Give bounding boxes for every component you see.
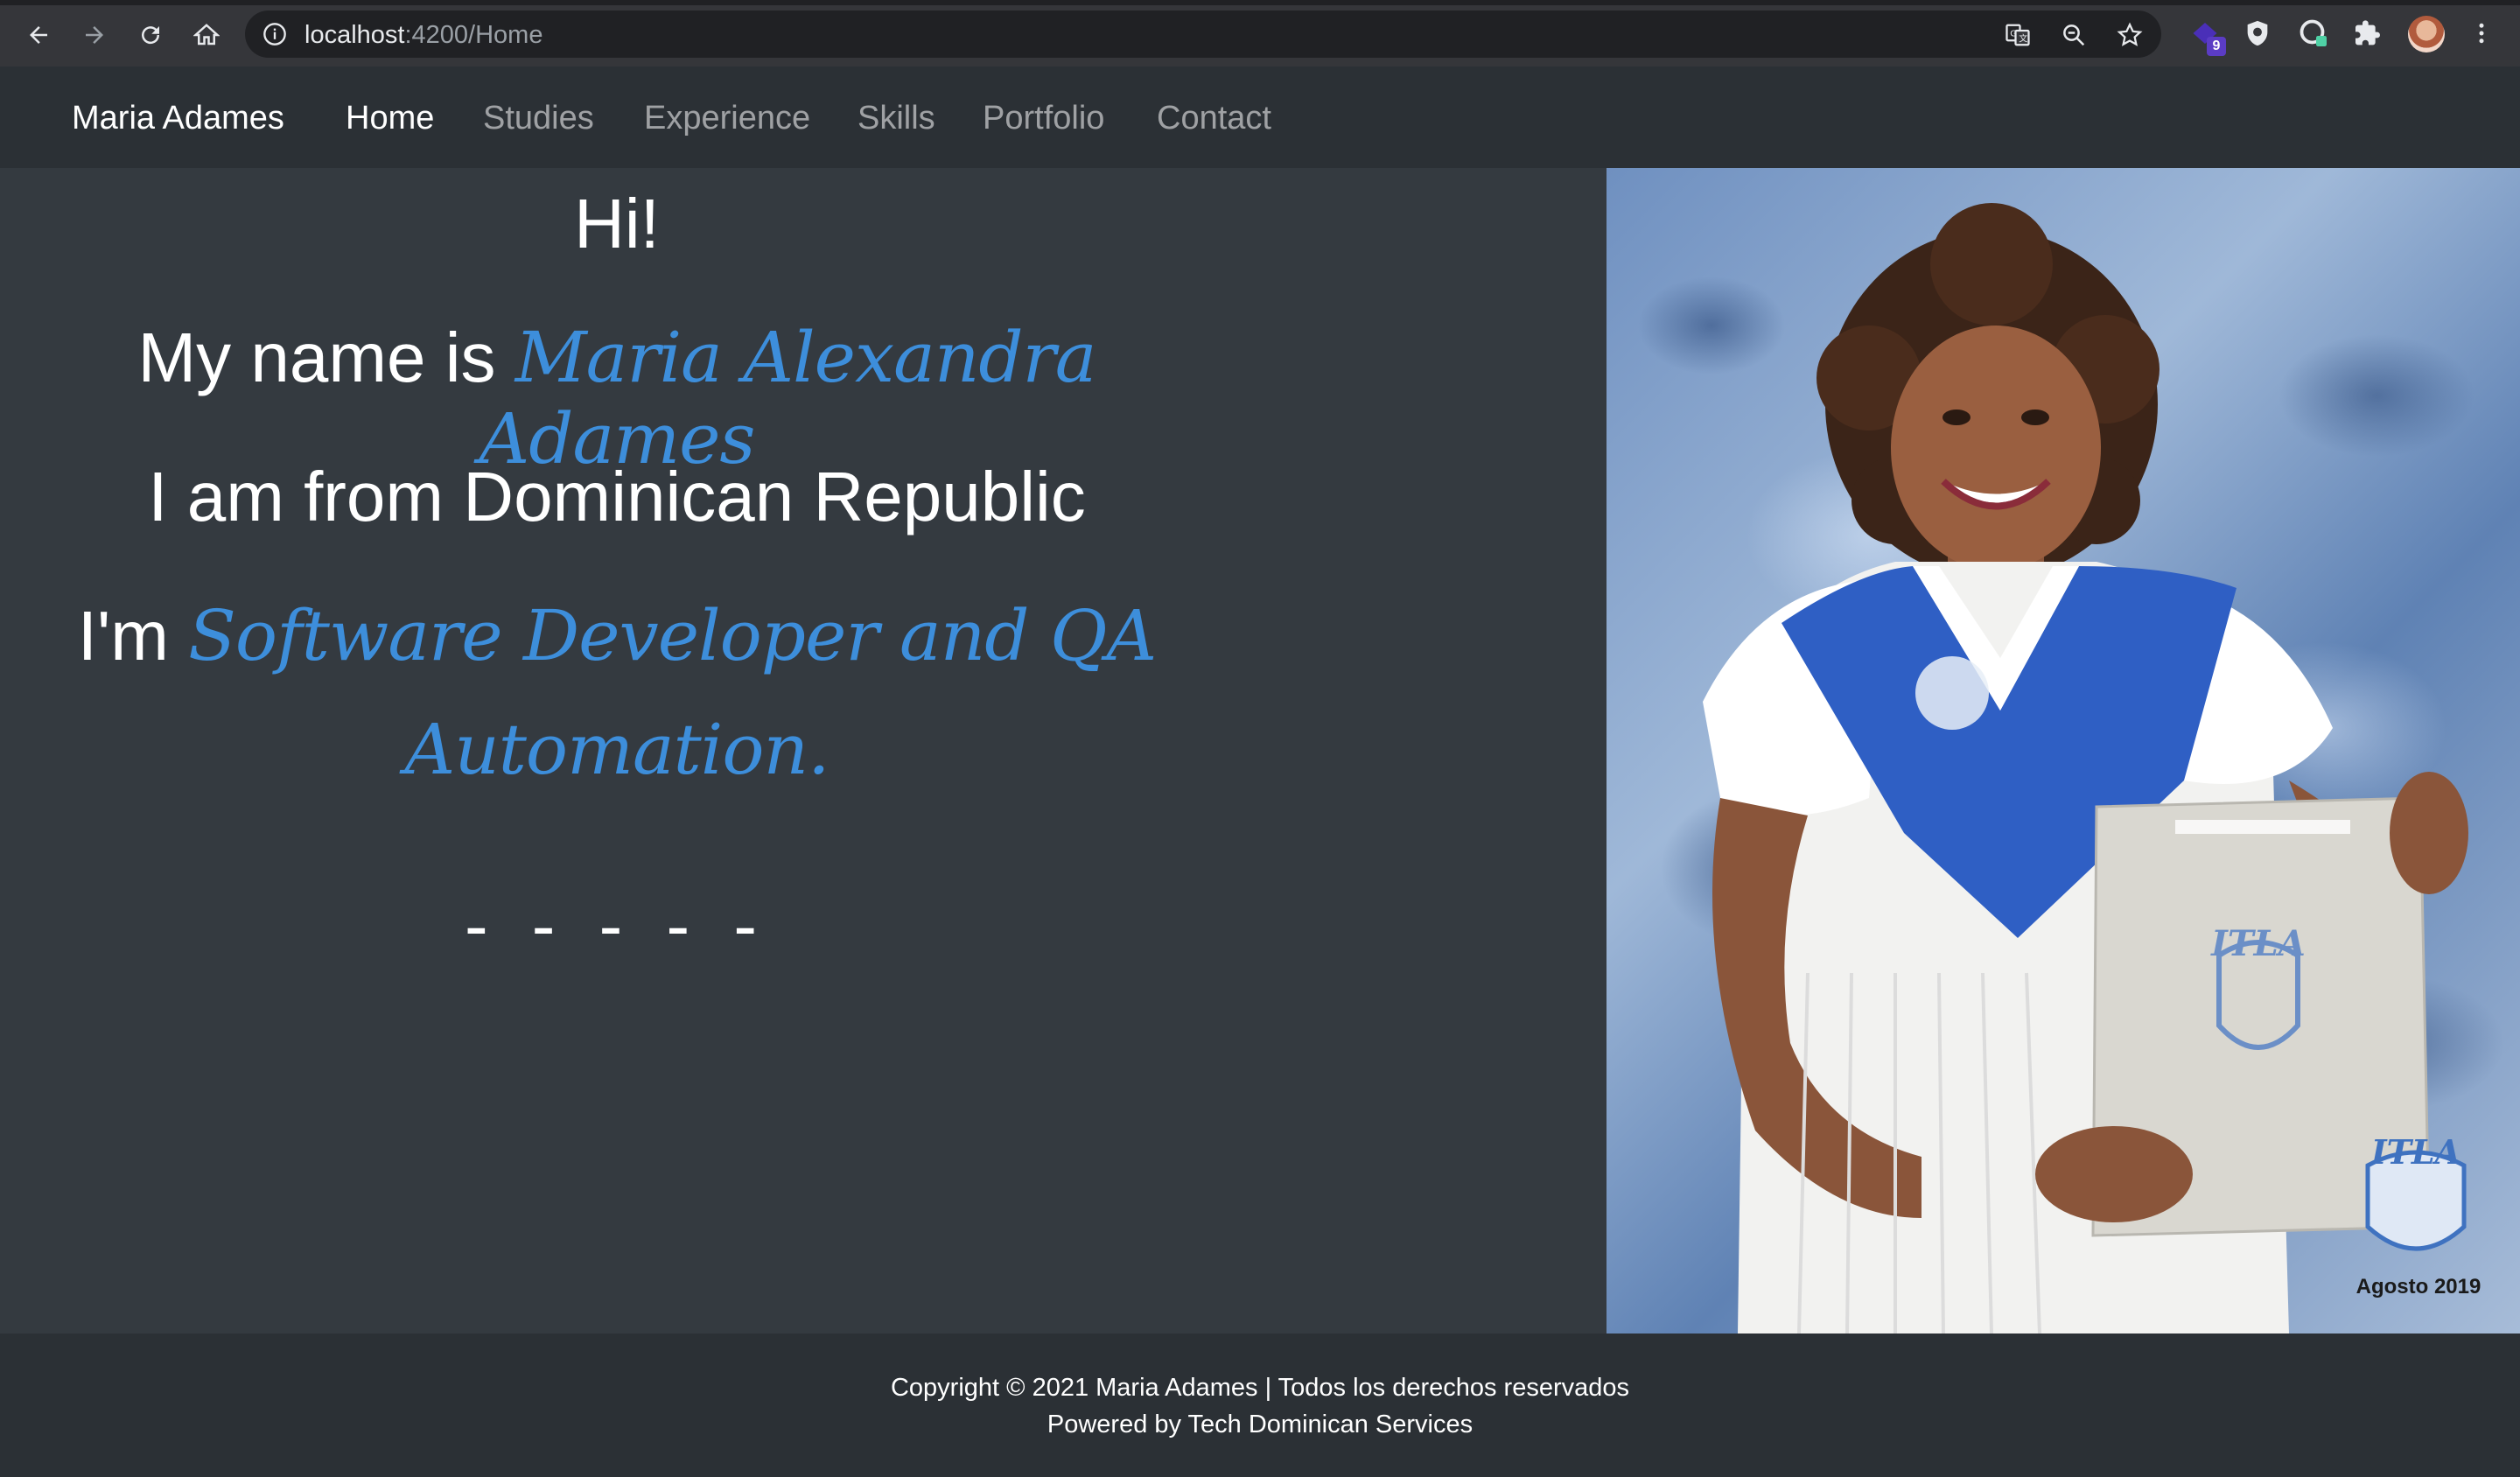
site-navbar: Maria Adames Home Studies Experience Ski… <box>0 66 2520 168</box>
url-text[interactable]: localhost:4200/Home <box>304 21 542 50</box>
profile-photo: ITLA ITLA Agosto 2019 <box>1606 168 2520 1334</box>
folder-logo-text: ITLA <box>2210 923 2306 964</box>
role-title-line2: Automation. <box>404 709 830 790</box>
navbar-brand[interactable]: Maria Adames <box>72 100 284 137</box>
stamp-logo-text: ITLA <box>2370 1132 2460 1172</box>
nav-link-skills[interactable]: Skills <box>858 100 935 137</box>
role-title-line1: Software Developer and QA <box>188 595 1157 676</box>
nav-link-experience[interactable]: Experience <box>644 100 810 137</box>
greeting-heading: Hi! <box>574 185 660 262</box>
nav-link-contact[interactable]: Contact <box>1157 100 1271 137</box>
name-prefix: My name is <box>137 318 496 396</box>
powered-by-text: Powered by Tech Dominican Services <box>1046 1410 1474 1438</box>
stamp-caption: Agosto 2019 <box>2356 1275 2482 1298</box>
extension-circle-icon[interactable] <box>2296 16 2331 51</box>
dashes-divider: - - - - - <box>464 886 770 964</box>
reload-icon[interactable] <box>131 16 170 54</box>
bookmark-star-icon[interactable] <box>2116 21 2144 49</box>
full-name: Maria Alexandra Adames <box>479 317 1097 480</box>
forward-icon[interactable] <box>75 16 114 54</box>
nav-link-studies[interactable]: Studies <box>483 100 594 137</box>
site-info-icon[interactable] <box>262 22 287 46</box>
extensions-puzzle-icon[interactable] <box>2350 16 2385 51</box>
nav-link-home[interactable]: Home <box>346 100 434 137</box>
origin-line: I am from Dominican Republic <box>148 458 1086 536</box>
extension-shield-icon[interactable] <box>2240 16 2275 51</box>
graduation-portrait: ITLA ITLA Agosto 2019 <box>1703 203 2482 1334</box>
role-line-2: Automation. <box>0 709 1234 790</box>
extension-purple-icon[interactable]: 9 <box>2188 16 2226 56</box>
role-line: I'm Software Developer and QA <box>0 595 1234 676</box>
back-icon[interactable] <box>19 16 58 54</box>
copyright-text: Copyright © 2021 Maria Adames | Todos lo… <box>890 1374 1630 1402</box>
zoom-icon[interactable] <box>2060 21 2088 49</box>
role-prefix: I'm <box>77 597 169 675</box>
home-section: Hi! My name is Maria Alexandra Adames I … <box>0 168 2520 1334</box>
browser-toolbar: localhost:4200/Home G文 9 <box>0 0 2520 66</box>
url-path: :4200/Home <box>404 21 543 49</box>
home-icon[interactable] <box>187 16 226 54</box>
site-footer: Copyright © 2021 Maria Adames | Todos lo… <box>0 1334 2520 1477</box>
nav-link-portfolio[interactable]: Portfolio <box>983 100 1104 137</box>
svg-text:G: G <box>2010 29 2017 38</box>
svg-text:文: 文 <box>2019 33 2027 45</box>
url-host: localhost <box>304 21 405 49</box>
name-line: My name is Maria Alexandra Adames <box>0 317 1234 480</box>
address-bar[interactable]: localhost:4200/Home G文 <box>245 10 2161 58</box>
extension-badge: 9 <box>2207 37 2226 56</box>
profile-avatar[interactable] <box>2408 16 2445 52</box>
translate-icon[interactable]: G文 <box>2004 21 2032 49</box>
browser-menu-icon[interactable] <box>2464 16 2499 51</box>
tab-strip-edge <box>0 0 2520 5</box>
